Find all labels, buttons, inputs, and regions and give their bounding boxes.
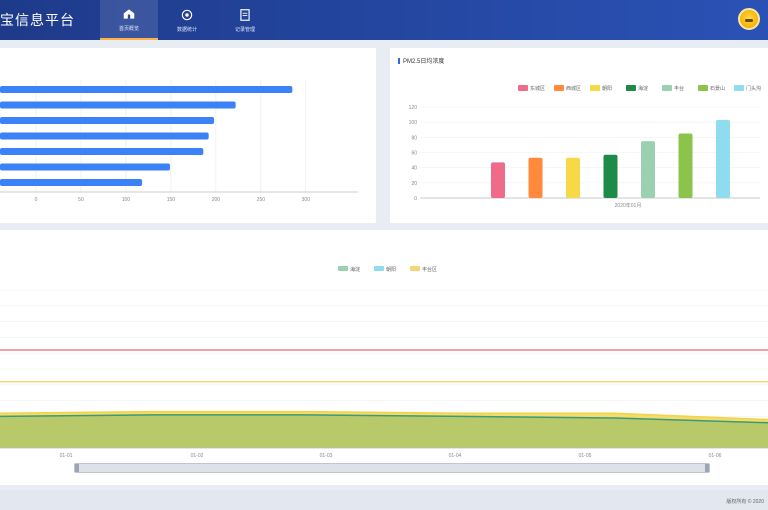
- avatar-icon[interactable]: [738, 8, 760, 30]
- x-tick-label: 200: [212, 197, 221, 203]
- legend-swatch: [554, 85, 564, 91]
- nav-item-stats[interactable]: 数据统计: [158, 0, 216, 40]
- legend-swatch: [734, 85, 744, 91]
- bar: [0, 179, 143, 186]
- app-title: 宝信息平台: [0, 12, 75, 28]
- legend-label: 门头沟: [746, 85, 761, 92]
- bar: [678, 133, 693, 198]
- footer-text: 版权所有 © 2020: [726, 499, 764, 505]
- left-chart-panel: 0 50 100 150 200 250 300: [0, 48, 376, 223]
- legend-swatch: [518, 85, 528, 91]
- x-tick-label: 0: [35, 197, 38, 203]
- y-tick-label: 120: [409, 105, 418, 111]
- legend-label: 海淀: [638, 85, 648, 92]
- chart-zoom-scrollbar[interactable]: [74, 463, 710, 473]
- legend-swatch: [590, 85, 600, 91]
- top-header: 宝信息平台 首页概览 数据统计 记录管理: [0, 0, 768, 40]
- legend-label: 西城区: [566, 85, 581, 92]
- nav-label-records: 记录管理: [234, 26, 255, 33]
- y-tick-label: 100: [409, 120, 418, 126]
- legend-label: 朝阳: [386, 266, 396, 273]
- x-tick-label: 50: [78, 197, 84, 203]
- bar: [0, 86, 293, 93]
- legend-swatch: [626, 85, 636, 91]
- gear-icon: [181, 9, 193, 20]
- bar: [716, 119, 730, 198]
- x-tick-label: 01-05: [579, 453, 592, 459]
- x-tick-label: 250: [257, 197, 266, 203]
- main-nav: 首页概览 数据统计 记录管理: [100, 0, 274, 40]
- legend-swatch: [662, 85, 672, 91]
- legend-label: 海淀: [350, 266, 360, 273]
- nav-item-home[interactable]: 首页概览: [100, 0, 158, 40]
- bar: [491, 162, 505, 198]
- horizontal-bar-chart: 0 50 100 150 200 250 300: [0, 80, 358, 203]
- right-chart-panel: PM2.5日均浓度 东城区 西城区 朝阳 海淀 丰台 石景山 门头沟 0 20 40 60 80 100…: [390, 48, 768, 223]
- x-tick-label: 01-04: [449, 453, 462, 459]
- home-icon: [123, 8, 135, 19]
- legend-label: 丰台: [674, 85, 684, 92]
- legend-swatch: [374, 266, 384, 271]
- x-tick-label: 01-02: [191, 453, 204, 459]
- bar: [603, 154, 618, 198]
- bar: [0, 101, 236, 109]
- zoom-handle-left[interactable]: [75, 464, 79, 472]
- bar: [0, 163, 171, 171]
- legend-label: 东城区: [530, 85, 545, 92]
- bar: [0, 117, 215, 124]
- x-tick-label: 01-06: [709, 453, 722, 459]
- x-tick-label: 01-03: [320, 453, 333, 459]
- legend-swatch: [698, 85, 708, 91]
- bar: [528, 157, 543, 198]
- bar: [0, 132, 209, 140]
- y-tick-label: 0: [414, 196, 417, 202]
- y-tick-label: 60: [411, 151, 417, 157]
- x-axis-label: 2020年01月: [615, 202, 642, 209]
- bottom-chart-panel: 海淀 朝阳 丰台区 01-01 01-02 01-03 01-04 01-05 01-06: [0, 230, 768, 485]
- area-chart: 海淀 朝阳 丰台区 01-01 01-02 01-03 01-04 01-05 01-06: [0, 266, 768, 459]
- legend-swatch: [338, 266, 348, 271]
- nav-label-stats: 数据统计: [176, 26, 197, 33]
- bar: [0, 148, 204, 155]
- y-tick-label: 80: [411, 135, 417, 141]
- x-tick-label: 150: [167, 197, 176, 203]
- y-tick-label: 40: [411, 166, 417, 172]
- x-tick-label: 300: [302, 197, 311, 203]
- x-tick-label: 100: [122, 197, 131, 203]
- footer: 版权所有 © 2020: [0, 490, 768, 510]
- legend-label: 石景山: [710, 85, 725, 92]
- bar: [566, 157, 580, 198]
- y-tick-label: 20: [411, 181, 417, 187]
- nav-item-records[interactable]: 记录管理: [216, 0, 274, 40]
- zoom-handle-right[interactable]: [705, 464, 709, 472]
- vertical-bar-chart: 东城区 西城区 朝阳 海淀 丰台 石景山 门头沟 0 20 40 60 80 100 120 2020年01…: [409, 85, 761, 209]
- x-tick-label: 01-01: [60, 453, 73, 459]
- nav-label-home: 首页概览: [118, 25, 139, 32]
- legend-swatch: [410, 266, 420, 271]
- document-icon: [240, 8, 250, 21]
- legend-label: 朝阳: [602, 85, 612, 92]
- legend-label: 丰台区: [422, 266, 437, 273]
- bar: [641, 141, 655, 198]
